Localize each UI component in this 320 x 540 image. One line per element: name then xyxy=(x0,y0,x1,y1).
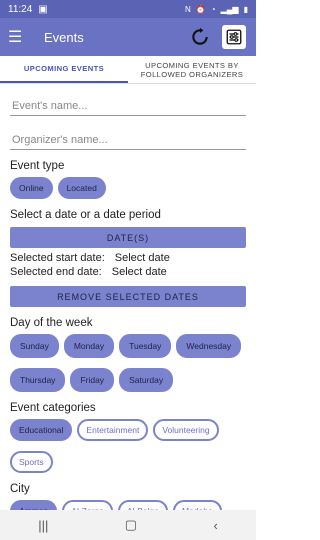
end-date-label: Selected end date: xyxy=(10,266,102,278)
start-date-value: Select date xyxy=(114,252,170,264)
tab-upcoming-events[interactable]: UPCOMING EVENTS xyxy=(0,56,128,83)
nfc-icon: N xyxy=(185,4,191,14)
chip-sports[interactable]: Sports xyxy=(10,451,53,473)
chip-monday[interactable]: Monday xyxy=(63,334,115,358)
tab-followed-organizers[interactable]: UPCOMING EVENTS BY FOLLOWED ORGANIZERS xyxy=(128,56,256,83)
refresh-icon[interactable] xyxy=(186,23,214,51)
signal-icon: ▂▄▆ xyxy=(220,4,239,14)
home-icon[interactable]: ▢ xyxy=(125,517,137,533)
chip-sunday[interactable]: Sunday xyxy=(10,334,59,358)
event-name-input[interactable]: Event's name... xyxy=(10,94,246,116)
start-date-row: Selected start date: Select date xyxy=(10,252,246,264)
chip-wednesday[interactable]: Wednesday xyxy=(176,334,242,358)
chip-located[interactable]: Located xyxy=(57,177,106,199)
dates-button[interactable]: DATE(S) xyxy=(10,227,246,248)
menu-icon[interactable]: ☰ xyxy=(8,27,28,47)
chip-friday[interactable]: Friday xyxy=(70,368,115,392)
chip-online[interactable]: Online xyxy=(10,177,53,199)
event-type-chips: Online Located xyxy=(10,177,246,199)
back-icon[interactable]: ‹ xyxy=(213,518,217,533)
status-bar: 11:24 ▣ N ⏰ ◔ ▂▄▆ ▮ xyxy=(0,0,256,18)
end-date-row: Selected end date: Select date xyxy=(10,266,246,278)
tab-bar: UPCOMING EVENTS UPCOMING EVENTS BY FOLLO… xyxy=(0,56,256,84)
chip-saturday[interactable]: Saturday xyxy=(119,368,174,392)
remove-dates-button[interactable]: REMOVE SELECTED DATES xyxy=(10,286,246,307)
chip-tuesday[interactable]: Tuesday xyxy=(119,334,172,358)
filter-button[interactable] xyxy=(220,23,248,51)
filter-form: Event's name... Organizer's name... Even… xyxy=(0,94,256,522)
page-title: Events xyxy=(44,29,84,45)
wifi-icon: ◔ xyxy=(210,4,216,14)
recent-apps-icon[interactable]: ||| xyxy=(38,518,48,533)
image-icon: ▣ xyxy=(38,3,48,15)
category-chips: Educational Entertainment Volunteering S… xyxy=(10,419,246,473)
chip-entertainment[interactable]: Entertainment xyxy=(77,419,149,441)
filter-icon xyxy=(222,25,246,49)
event-type-label: Event type xyxy=(10,160,65,172)
chip-volunteering[interactable]: Volunteering xyxy=(153,419,219,441)
city-label: City xyxy=(10,483,30,495)
end-date-value: Select date xyxy=(111,266,167,278)
app-bar: ☰ Events xyxy=(0,18,256,56)
chip-educational[interactable]: Educational xyxy=(10,419,73,441)
day-of-week-label: Day of the week xyxy=(10,317,93,329)
alarm-icon: ⏰ xyxy=(195,4,206,14)
date-label: Select a date or a date period xyxy=(10,209,161,221)
start-date-label: Selected start date: xyxy=(10,252,105,264)
status-time: 11:24 xyxy=(8,3,33,15)
chip-thursday[interactable]: Thursday xyxy=(10,368,66,392)
day-chips: Sunday Monday Tuesday Wednesday Thursday… xyxy=(10,334,246,392)
battery-icon: ▮ xyxy=(243,4,248,14)
system-nav-bar: ||| ▢ ‹ xyxy=(0,510,256,540)
event-categories-label: Event categories xyxy=(10,402,96,414)
organizer-name-input[interactable]: Organizer's name... xyxy=(10,128,246,150)
